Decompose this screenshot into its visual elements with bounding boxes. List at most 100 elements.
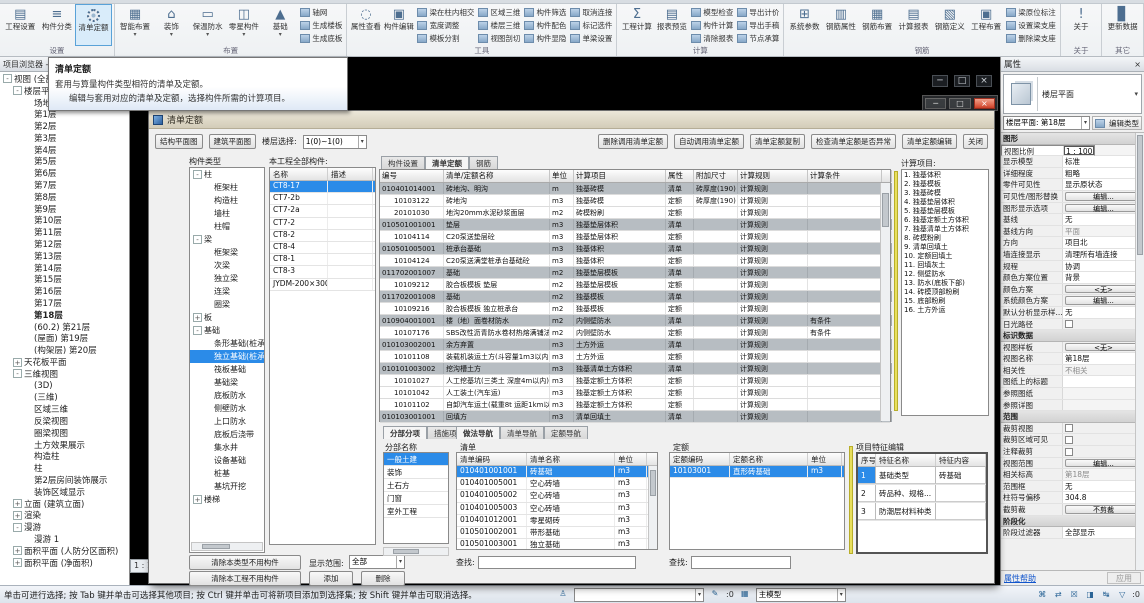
- clear-type-unused-button[interactable]: 清除本类型不用构件: [189, 555, 301, 570]
- calc-rule-link[interactable]: 计算规则: [738, 279, 808, 290]
- component-type-item[interactable]: 圈梁: [190, 298, 264, 311]
- calc-rule-link[interactable]: 计算规则: [738, 243, 808, 254]
- pencil-icon[interactable]: ✎: [709, 589, 721, 600]
- properties-section-header[interactable]: 标识数据«: [1001, 330, 1144, 342]
- property-value[interactable]: 全部显示: [1063, 527, 1144, 538]
- calc-item[interactable]: 15. 底部粉刷: [904, 297, 986, 306]
- close-button[interactable]: 关闭: [963, 134, 988, 149]
- calc-item[interactable]: 10. 定额回填土: [904, 252, 986, 261]
- property-value[interactable]: 无: [1063, 214, 1144, 225]
- component-row[interactable]: CT8-1: [270, 254, 375, 266]
- calc-item[interactable]: 8. 砖模粉刷: [904, 234, 986, 243]
- ribbon-button[interactable]: ▦钢筋布置: [859, 4, 895, 46]
- de-row[interactable]: 10103001直形砖基础m3: [670, 466, 844, 478]
- property-row[interactable]: 默认分析显示样...无: [1001, 307, 1144, 319]
- property-value[interactable]: 清理所有墙连接: [1063, 249, 1144, 260]
- property-value[interactable]: 304.8: [1063, 492, 1144, 503]
- ribbon-small-button[interactable]: 取消连接: [570, 6, 612, 19]
- workset-dropdown[interactable]: ▾: [574, 588, 704, 602]
- section-row[interactable]: 门窗: [384, 492, 448, 505]
- column-header[interactable]: 属性: [666, 170, 694, 182]
- design-options-icon[interactable]: ▦: [739, 589, 751, 600]
- component-type-item[interactable]: 独立梁: [190, 272, 264, 285]
- property-row[interactable]: 日光路径: [1001, 319, 1144, 331]
- apply-button[interactable]: 应用: [1107, 572, 1141, 584]
- ribbon-button[interactable]: ▤计算报表: [895, 4, 931, 46]
- component-type-item[interactable]: 上口防水: [190, 415, 264, 428]
- calc-rule-link[interactable]: 计算规则: [738, 207, 808, 218]
- property-row[interactable]: 图形显示选项编辑...: [1001, 203, 1144, 215]
- main-tab[interactable]: 构件设置: [381, 156, 425, 169]
- ribbon-small-button[interactable]: 构件配色: [524, 19, 566, 32]
- ribbon-small-button[interactable]: 构件计算: [691, 19, 733, 32]
- section-list-scrollbar[interactable]: [383, 547, 449, 556]
- component-type-item[interactable]: 桩基: [190, 467, 264, 480]
- ribbon-small-button[interactable]: 生成底板: [300, 32, 342, 45]
- ribbon-small-button[interactable]: 轴网: [300, 6, 342, 19]
- property-row[interactable]: 相关性不相关: [1001, 365, 1144, 377]
- property-edit-button[interactable]: <无>: [1065, 285, 1142, 294]
- section-row[interactable]: 室外工程: [384, 505, 448, 518]
- calc-item[interactable]: 11. 回填灰土: [904, 261, 986, 270]
- section-row[interactable]: 一般土建: [384, 453, 448, 466]
- column-header[interactable]: 清单/定额名称: [444, 170, 550, 182]
- component-row[interactable]: CT7-2: [270, 218, 375, 230]
- design-option-dropdown[interactable]: 主模型▾: [756, 588, 846, 602]
- delete-button[interactable]: 删除: [361, 571, 405, 586]
- project-tree-item[interactable]: 构造柱: [0, 451, 129, 463]
- project-tree-item[interactable]: 区域三维: [0, 403, 129, 415]
- inner-window-control[interactable]: ─: [925, 98, 946, 109]
- property-row[interactable]: 视图样板<无>: [1001, 342, 1144, 354]
- component-type-item[interactable]: 底板防水: [190, 389, 264, 402]
- ribbon-small-button[interactable]: 标记选件: [570, 19, 612, 32]
- calc-item[interactable]: 4. 独基垫层体积: [904, 198, 986, 207]
- splitter-bottom[interactable]: [849, 446, 853, 554]
- project-tree-item[interactable]: 第11层: [0, 226, 129, 238]
- property-row[interactable]: 参照图纸: [1001, 388, 1144, 400]
- ribbon-small-button[interactable]: 模板分割: [417, 32, 474, 45]
- property-value[interactable]: [1063, 376, 1144, 387]
- drag-on-selection-icon[interactable]: ↹: [1100, 589, 1112, 600]
- select-underlay-icon[interactable]: ⇄: [1052, 589, 1064, 600]
- qd-table-row[interactable]: 010401014001砖地沟、明沟m独基砖模清单砖厚度(190)计算规则: [380, 183, 890, 195]
- property-row[interactable]: 规程协调: [1001, 261, 1144, 273]
- column-header[interactable]: 编号: [380, 170, 444, 182]
- main-tab[interactable]: 钢筋: [469, 156, 498, 169]
- column-header[interactable]: 单位: [550, 170, 574, 182]
- feature-row[interactable]: 3防潮层材料种类: [858, 503, 986, 521]
- calc-item[interactable]: 13. 防水(底板下部): [904, 279, 986, 288]
- column-header[interactable]: 单位: [808, 453, 842, 465]
- nav-tab[interactable]: 清单导航: [500, 426, 544, 439]
- column-header[interactable]: 清单编码: [457, 453, 527, 465]
- property-row[interactable]: 可见性/图形替换编辑...: [1001, 191, 1144, 203]
- column-header[interactable]: 定额名称: [730, 453, 808, 465]
- project-tree-item[interactable]: -漫游: [0, 521, 129, 533]
- property-row[interactable]: 裁剪区域可见: [1001, 434, 1144, 446]
- property-row[interactable]: 图纸上的标题: [1001, 376, 1144, 388]
- property-value[interactable]: 协调: [1063, 261, 1144, 272]
- ribbon-button[interactable]: Σ工程计算: [619, 4, 654, 46]
- calc-rule-link[interactable]: 计算规则: [738, 195, 808, 206]
- close-icon[interactable]: ×: [1134, 60, 1141, 69]
- component-type-item[interactable]: 次梁: [190, 259, 264, 272]
- ribbon-button[interactable]: ▤报表预览: [654, 4, 689, 46]
- property-row[interactable]: 截剪裁不剪裁: [1001, 504, 1144, 516]
- ribbon-small-button[interactable]: 视图剖切: [478, 32, 520, 45]
- qd-row[interactable]: 010501003001独立基础m3: [457, 539, 657, 550]
- calc-rule-link[interactable]: 计算规则: [738, 315, 808, 326]
- ribbon-button[interactable]: ▊更新数据: [1104, 4, 1141, 46]
- component-row[interactable]: CT8-3: [270, 266, 375, 278]
- property-row[interactable]: 阶段过滤器全部显示: [1001, 527, 1144, 539]
- calc-item[interactable]: 3. 独基砖模: [904, 189, 986, 198]
- property-edit-button[interactable]: 编辑...: [1065, 459, 1142, 468]
- calc-rule-link[interactable]: 计算规则: [738, 327, 808, 338]
- qd-table-row[interactable]: 010501001001垫层m3独基垫层体积清单计算规则: [380, 219, 890, 231]
- check-qd-button[interactable]: 检查清单定额是否异常: [811, 134, 896, 149]
- property-row[interactable]: 显示模型标准: [1001, 156, 1144, 168]
- component-type-item[interactable]: +板: [190, 311, 264, 324]
- property-row[interactable]: 详细程度粗略: [1001, 168, 1144, 180]
- component-type-item[interactable]: +楼梯: [190, 493, 264, 506]
- calc-rule-link[interactable]: 计算规则: [738, 267, 808, 278]
- component-type-item[interactable]: -柱: [190, 168, 264, 181]
- ribbon-small-button[interactable]: 设置梁支座: [1006, 19, 1056, 32]
